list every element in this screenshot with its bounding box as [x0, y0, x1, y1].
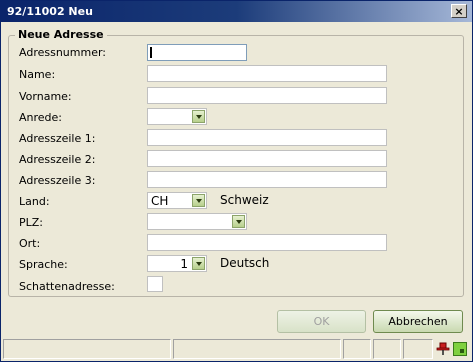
anrede-label: Anrede:: [19, 111, 63, 124]
vorname-label: Vorname:: [19, 90, 72, 103]
chevron-down-icon[interactable]: [192, 110, 205, 123]
land-label: Land:: [19, 195, 50, 208]
chevron-down-icon[interactable]: [192, 257, 205, 270]
status-segment: [3, 339, 171, 359]
schattenadresse-input[interactable]: [147, 276, 163, 292]
resize-grip-icon[interactable]: [453, 342, 467, 356]
close-icon[interactable]: ×: [451, 4, 467, 18]
sprache-value: 1: [180, 257, 188, 271]
status-segment: [343, 339, 371, 359]
status-segment: [173, 339, 341, 359]
text-cursor: [150, 47, 152, 58]
land-select[interactable]: CH: [147, 192, 207, 209]
name-input[interactable]: [147, 65, 387, 82]
land-value: CH: [151, 194, 169, 208]
ort-input[interactable]: [147, 234, 387, 251]
vorname-input[interactable]: [147, 87, 387, 104]
pin-icon[interactable]: [436, 342, 450, 356]
ok-button[interactable]: OK: [277, 310, 366, 333]
adresszeile2-input[interactable]: [147, 150, 387, 167]
status-segment: [403, 339, 433, 359]
status-bar: [1, 339, 472, 361]
name-label: Name:: [19, 68, 56, 81]
ort-label: Ort:: [19, 237, 41, 250]
adresszeile2-label: Adresszeile 2:: [19, 153, 96, 166]
plz-select[interactable]: [147, 213, 247, 230]
sprache-display: Deutsch: [220, 256, 270, 270]
adresszeile3-input[interactable]: [147, 171, 387, 188]
status-segment: [373, 339, 401, 359]
adresszeile1-label: Adresszeile 1:: [19, 132, 96, 145]
anrede-select[interactable]: [147, 108, 207, 125]
sprache-select[interactable]: 1: [147, 255, 207, 272]
dialog-window: 92/11002 Neu × Neue Adresse Adressnummer…: [0, 0, 473, 362]
schattenadresse-label: Schattenadresse:: [19, 280, 115, 293]
chevron-down-icon[interactable]: [232, 215, 245, 228]
plz-label: PLZ:: [19, 216, 44, 229]
adressnummer-label: Adressnummer:: [19, 46, 107, 59]
sprache-label: Sprache:: [19, 258, 68, 271]
land-display: Schweiz: [220, 193, 269, 207]
adresszeile1-input[interactable]: [147, 129, 387, 146]
chevron-down-icon[interactable]: [192, 194, 205, 207]
group-legend: Neue Adresse: [15, 28, 107, 41]
window-title: 92/11002 Neu: [7, 5, 93, 18]
abbrechen-button[interactable]: Abbrechen: [373, 310, 463, 333]
adressnummer-input[interactable]: [147, 44, 247, 61]
title-bar[interactable]: 92/11002 Neu ×: [1, 1, 472, 22]
adresszeile3-label: Adresszeile 3:: [19, 174, 96, 187]
